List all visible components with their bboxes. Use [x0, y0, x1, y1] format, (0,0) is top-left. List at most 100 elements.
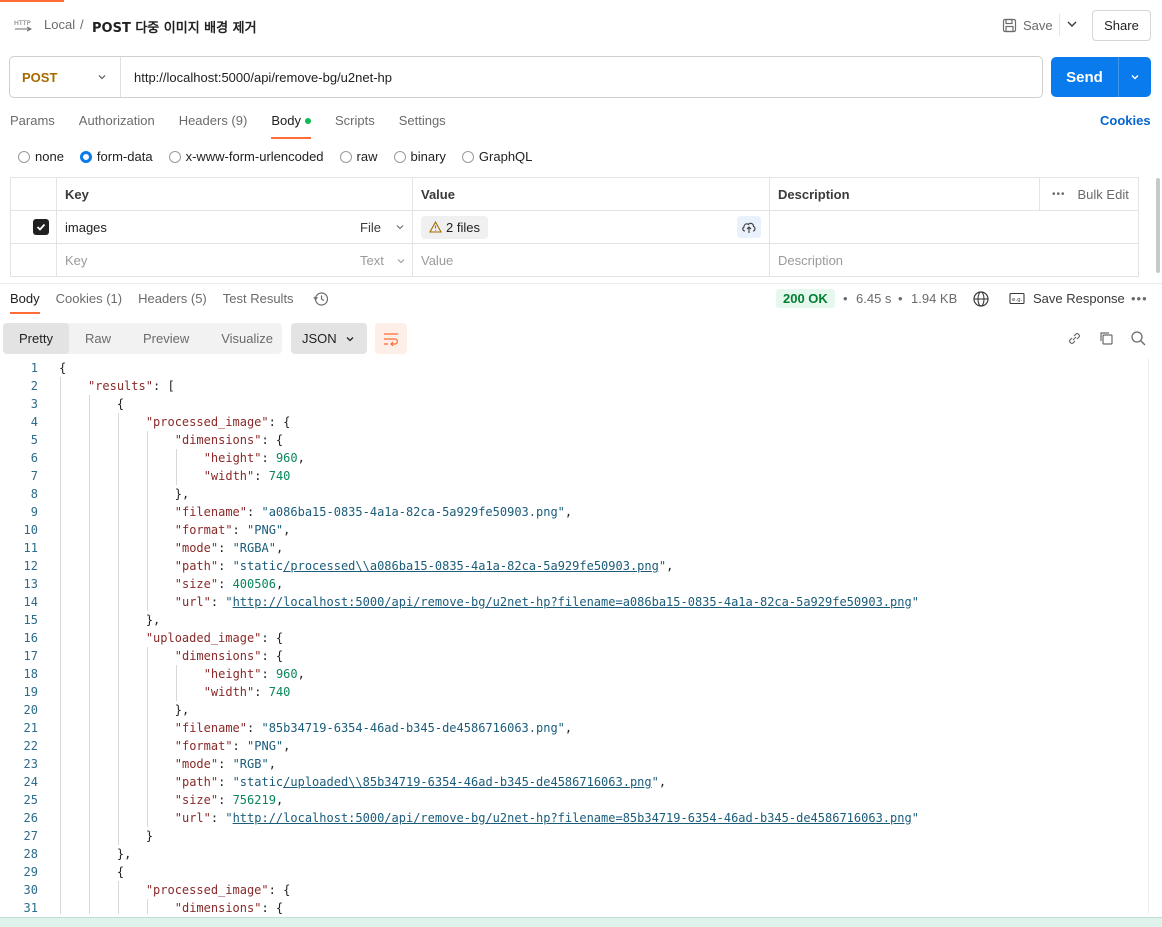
code-line[interactable]: 27 }: [0, 827, 1148, 845]
response-tab-cookies[interactable]: Cookies (1): [56, 291, 122, 306]
code-line[interactable]: 2 "results": [: [0, 377, 1148, 395]
code-line[interactable]: 19 "width": 740: [0, 683, 1148, 701]
key-input[interactable]: images: [56, 211, 107, 243]
response-size[interactable]: 1.94 KB: [911, 291, 957, 306]
view-tab-raw[interactable]: Raw: [69, 323, 127, 354]
url-input[interactable]: http://localhost:5000/api/remove-bg/u2ne…: [121, 70, 392, 85]
line-number: 23: [23, 757, 38, 771]
description-input[interactable]: [769, 211, 778, 243]
tab-params[interactable]: Params: [10, 113, 55, 133]
upload-cloud-icon[interactable]: [737, 216, 761, 238]
radio-graphql[interactable]: GraphQL: [461, 149, 532, 164]
code-line[interactable]: 17 "dimensions": {: [0, 647, 1148, 665]
save-response-button[interactable]: e.g. Save Response: [1009, 291, 1125, 306]
pane-divider[interactable]: [0, 283, 1162, 284]
wrap-lines-icon: [384, 332, 398, 346]
send-button[interactable]: Send: [1051, 57, 1151, 97]
code-line[interactable]: 18 "height": 960,: [0, 665, 1148, 683]
view-tab-visualize[interactable]: Visualize: [205, 323, 289, 354]
radio-urlencoded[interactable]: x-www-form-urlencoded: [168, 149, 324, 164]
code-line[interactable]: 20 },: [0, 701, 1148, 719]
response-tab-headers[interactable]: Headers (5): [138, 291, 207, 306]
radio-form-data[interactable]: form-data: [79, 149, 153, 164]
code-line[interactable]: 1{: [0, 359, 1148, 377]
copy-icon[interactable]: [1098, 330, 1115, 347]
format-label: JSON: [302, 331, 337, 346]
code-line[interactable]: 15 },: [0, 611, 1148, 629]
request-scrollbar[interactable]: [1156, 178, 1160, 273]
code-line[interactable]: 31 "dimensions": {: [0, 899, 1148, 914]
wrap-lines-button[interactable]: [375, 323, 407, 354]
code-line[interactable]: 23 "mode": "RGB",: [0, 755, 1148, 773]
breadcrumb-collection[interactable]: Local: [44, 17, 75, 32]
tab-settings[interactable]: Settings: [399, 113, 446, 133]
bulk-edit-button[interactable]: ••• Bulk Edit: [1043, 178, 1129, 210]
key-type-select[interactable]: Text: [351, 244, 406, 277]
code-line[interactable]: 28 },: [0, 845, 1148, 863]
view-tab-preview[interactable]: Preview: [127, 323, 205, 354]
response-json-editor[interactable]: 1{2 "results": [3 {4 "processed_image": …: [0, 359, 1148, 914]
send-options-button[interactable]: [1119, 71, 1151, 83]
tab-authorization[interactable]: Authorization: [79, 113, 155, 133]
radio-label: none: [35, 149, 64, 164]
code-line[interactable]: 12 "path": "static/processed\\a086ba15-0…: [0, 557, 1148, 575]
radio-none[interactable]: none: [18, 149, 64, 164]
radio-raw[interactable]: raw: [339, 149, 378, 164]
code-line[interactable]: 22 "format": "PNG",: [0, 737, 1148, 755]
search-icon[interactable]: [1130, 330, 1147, 347]
view-tab-pretty[interactable]: Pretty: [3, 323, 69, 354]
link-icon[interactable]: [1066, 330, 1083, 347]
radio-binary[interactable]: binary: [393, 149, 446, 164]
code-line[interactable]: 4 "processed_image": {: [0, 413, 1148, 431]
row-enabled-checkbox[interactable]: [25, 211, 49, 243]
response-time[interactable]: 6.45 s: [856, 291, 891, 306]
method-select[interactable]: POST: [10, 57, 121, 97]
tab-body[interactable]: Body: [271, 113, 311, 139]
save-label: Save: [1023, 17, 1053, 33]
key-type-select[interactable]: File: [351, 211, 405, 243]
history-icon[interactable]: [313, 291, 329, 307]
cookies-link[interactable]: Cookies: [1100, 113, 1151, 128]
code-line[interactable]: 16 "uploaded_image": {: [0, 629, 1148, 647]
status-badge[interactable]: 200 OK: [776, 289, 835, 308]
code-line[interactable]: 13 "size": 400506,: [0, 575, 1148, 593]
radio-circle: [168, 150, 181, 163]
code-line[interactable]: 8 },: [0, 485, 1148, 503]
tab-headers[interactable]: Headers (9): [179, 113, 248, 133]
tab-scripts[interactable]: Scripts: [335, 113, 375, 133]
code-line[interactable]: 14 "url": "http://localhost:5000/api/rem…: [0, 593, 1148, 611]
code-text: {: [116, 397, 125, 411]
response-tab-body[interactable]: Body: [10, 291, 40, 314]
code-line[interactable]: 29 {: [0, 863, 1148, 881]
code-line[interactable]: 26 "url": "http://localhost:5000/api/rem…: [0, 809, 1148, 827]
files-chip[interactable]: 2 files: [421, 215, 488, 239]
response-tab-test-results[interactable]: Test Results: [223, 291, 294, 306]
save-button[interactable]: Save: [1002, 12, 1058, 38]
key-placeholder-input[interactable]: Key: [56, 244, 87, 277]
column-divider: [1039, 178, 1040, 210]
code-line[interactable]: 9 "filename": "a086ba15-0835-4a1a-82ca-5…: [0, 503, 1148, 521]
code-line[interactable]: 30 "processed_image": {: [0, 881, 1148, 899]
chevron-down-icon[interactable]: [1064, 16, 1080, 32]
code-line[interactable]: 7 "width": 740: [0, 467, 1148, 485]
format-select[interactable]: JSON: [291, 323, 367, 354]
description-placeholder-input[interactable]: Description: [769, 244, 843, 277]
globe-icon[interactable]: [972, 290, 990, 308]
code-line[interactable]: 21 "filename": "85b34719-6354-46ad-b345-…: [0, 719, 1148, 737]
radio-circle: [461, 150, 474, 163]
code-line[interactable]: 24 "path": "static/uploaded\\85b34719-63…: [0, 773, 1148, 791]
code-line[interactable]: 5 "dimensions": {: [0, 431, 1148, 449]
share-button[interactable]: Share: [1092, 10, 1151, 41]
request-header: HTTP Local / POST 다중 이미지 배경 제거 Save Shar…: [0, 2, 1162, 48]
code-line[interactable]: 10 "format": "PNG",: [0, 521, 1148, 539]
code-line[interactable]: 3 {: [0, 395, 1148, 413]
more-options-icon[interactable]: •••: [1131, 291, 1148, 306]
code-line[interactable]: 6 "height": 960,: [0, 449, 1148, 467]
request-title[interactable]: POST 다중 이미지 배경 제거: [92, 17, 257, 36]
editor-scrollbar[interactable]: [1148, 359, 1162, 914]
code-line[interactable]: 25 "size": 756219,: [0, 791, 1148, 809]
code-line[interactable]: 11 "mode": "RGBA",: [0, 539, 1148, 557]
value-placeholder-input[interactable]: Value: [412, 244, 453, 277]
code-text: },: [116, 847, 132, 861]
method-label: POST: [22, 69, 58, 85]
